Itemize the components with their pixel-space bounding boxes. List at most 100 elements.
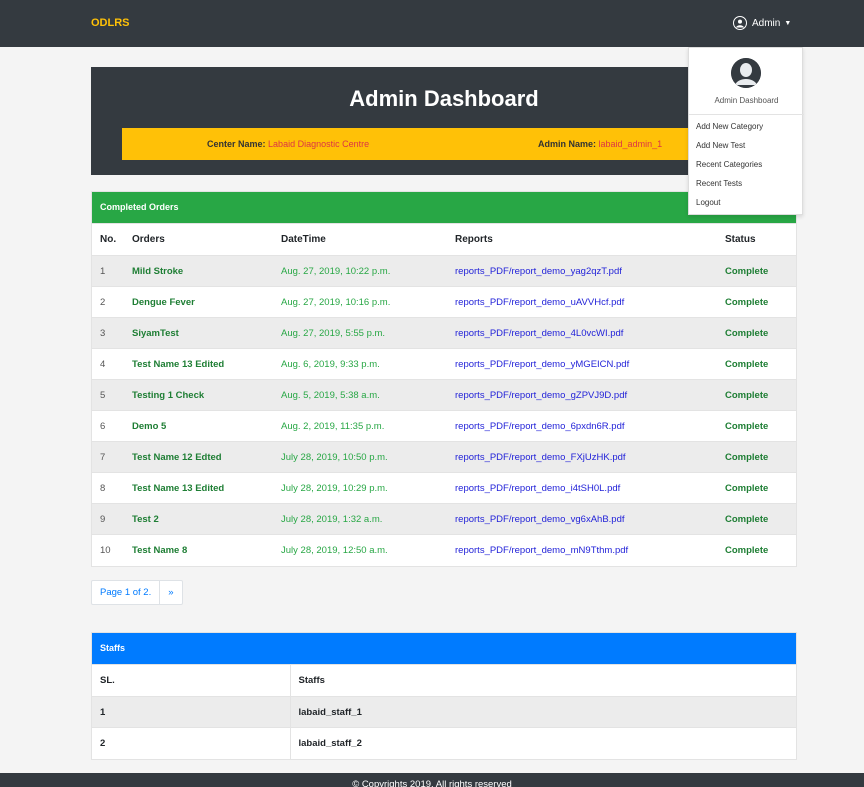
cell-report-link[interactable]: reports_PDF/report_demo_gZPVJ9D.pdf bbox=[455, 390, 627, 401]
pagination: Page 1 of 2. » bbox=[91, 580, 183, 605]
cell-report-link-cell: reports_PDF/report_demo_yMGEICN.pdf bbox=[447, 348, 717, 380]
brand-logo[interactable]: ODLRS bbox=[91, 17, 130, 29]
cell-report-link-cell: reports_PDF/report_demo_FXjUzHK.pdf bbox=[447, 441, 717, 473]
table-row: 10 Test Name 8 July 28, 2019, 12:50 a.m. re… bbox=[92, 534, 796, 566]
table-row: 4 Test Name 13 Edited Aug. 6, 2019, 9:33 p… bbox=[92, 348, 796, 380]
page-indicator[interactable]: Page 1 of 2. bbox=[92, 581, 159, 604]
cell-datetime: Aug. 5, 2019, 5:38 a.m. bbox=[281, 389, 380, 401]
cell-report-link-cell: reports_PDF/report_demo_vg6xAhB.pdf bbox=[447, 503, 717, 535]
cell-no-cell: 2 bbox=[92, 286, 124, 318]
cell-report-link-cell: reports_PDF/report_demo_mN9Tthm.pdf bbox=[447, 534, 717, 566]
table-header-row: SL. Staffs bbox=[92, 664, 796, 697]
cell-status: Complete bbox=[725, 327, 769, 339]
navbar: ODLRS Admin ▼ bbox=[0, 0, 864, 47]
column-header-datetime: DateTime bbox=[273, 223, 447, 256]
column-header-no: No. bbox=[92, 223, 124, 256]
cell-no-cell: 9 bbox=[92, 503, 124, 535]
table-row: 6 Demo 5 Aug. 2, 2019, 11:35 p.m. reports_P… bbox=[92, 410, 796, 442]
cell-status: Complete bbox=[725, 451, 769, 463]
caret-down-icon: ▼ bbox=[784, 19, 792, 27]
user-menu-toggle[interactable]: Admin ▼ bbox=[733, 13, 791, 33]
cell-status-cell: Complete bbox=[717, 534, 796, 566]
menu-item-recent-tests[interactable]: Recent Tests bbox=[696, 179, 742, 188]
cell-datetime-cell: Aug. 27, 2019, 10:16 p.m. bbox=[273, 286, 447, 318]
cell-order-cell: Testing 1 Check bbox=[124, 379, 273, 411]
cell-no-cell: 3 bbox=[92, 317, 124, 349]
cell-report-link[interactable]: reports_PDF/report_demo_yMGEICN.pdf bbox=[455, 359, 629, 370]
cell-report-link[interactable]: reports_PDF/report_demo_FXjUzHK.pdf bbox=[455, 452, 626, 463]
cell-status: Complete bbox=[725, 265, 769, 277]
cell-datetime-cell: July 28, 2019, 1:32 a.m. bbox=[273, 503, 447, 535]
cell-report-link[interactable]: reports_PDF/report_demo_4L0vcWI.pdf bbox=[455, 328, 623, 339]
table-row: 1 labaid_staff_1 bbox=[92, 696, 796, 728]
menu-item-recent-categories[interactable]: Recent Categories bbox=[696, 160, 762, 169]
cell-report-link[interactable]: reports_PDF/report_demo_mN9Tthm.pdf bbox=[455, 545, 628, 556]
center-name: Center Name: Labaid Diagnostic Centre bbox=[207, 139, 369, 149]
footer-copyright: © Copyrights 2019. All rights reserved bbox=[352, 779, 512, 787]
cell-datetime-cell: July 28, 2019, 10:50 p.m. bbox=[273, 441, 447, 473]
cell-report-link[interactable]: reports_PDF/report_demo_uAVVHcf.pdf bbox=[455, 297, 624, 308]
column-header-orders: Orders bbox=[124, 223, 273, 256]
admin-name-value: labaid_admin_1 bbox=[598, 139, 663, 149]
user-avatar-icon bbox=[733, 16, 747, 30]
cell-status-cell: Complete bbox=[717, 472, 796, 504]
table-row: 8 Test Name 13 Edited July 28, 2019, 10:29… bbox=[92, 472, 796, 504]
cell-report-link-cell: reports_PDF/report_demo_yag2qzT.pdf bbox=[447, 255, 717, 287]
table-header-row: No. Orders DateTime Reports Status bbox=[92, 223, 796, 256]
admin-name-label: Admin Name: bbox=[538, 139, 597, 149]
cell-staff-name: labaid_staff_2 bbox=[289, 727, 796, 759]
cell-report-link[interactable]: reports_PDF/report_demo_6pxdn6R.pdf bbox=[455, 421, 625, 432]
cell-order: Test Name 12 Edted bbox=[132, 451, 222, 463]
cell-datetime-cell: Aug. 6, 2019, 9:33 p.m. bbox=[273, 348, 447, 380]
cell-datetime-cell: Aug. 2, 2019, 11:35 p.m. bbox=[273, 410, 447, 442]
cell-status-cell: Complete bbox=[717, 348, 796, 380]
footer: © Copyrights 2019. All rights reserved bbox=[0, 773, 864, 787]
dropdown-divider bbox=[689, 114, 804, 115]
menu-item-logout[interactable]: Logout bbox=[696, 198, 720, 207]
menu-item-add-new-test[interactable]: Add New Test bbox=[696, 141, 745, 150]
cell-report-link[interactable]: reports_PDF/report_demo_i4tSH0L.pdf bbox=[455, 483, 620, 494]
cell-datetime: July 28, 2019, 12:50 a.m. bbox=[281, 544, 388, 556]
cell-status: Complete bbox=[725, 420, 769, 432]
cell-report-link[interactable]: reports_PDF/report_demo_yag2qzT.pdf bbox=[455, 266, 622, 277]
cell-no: 2 bbox=[100, 296, 106, 308]
cell-order-cell: Test 2 bbox=[124, 503, 273, 535]
cell-status-cell: Complete bbox=[717, 255, 796, 287]
column-header-staffs: Staffs bbox=[289, 664, 796, 697]
user-menu-label: Admin bbox=[752, 17, 781, 29]
staffs-card: Staffs SL. Staffs 1 labaid_staff_1 2 labaid… bbox=[91, 632, 797, 760]
cell-report-link[interactable]: reports_PDF/report_demo_vg6xAhB.pdf bbox=[455, 514, 625, 525]
cell-order-cell: Test Name 13 Edited bbox=[124, 472, 273, 504]
orders-table: No. Orders DateTime Reports Status 1 Mild… bbox=[92, 223, 796, 566]
cell-datetime: Aug. 27, 2019, 10:22 p.m. bbox=[281, 265, 391, 277]
menu-item-add-new-category[interactable]: Add New Category bbox=[696, 122, 763, 131]
cell-status-cell: Complete bbox=[717, 410, 796, 442]
next-page-button[interactable]: » bbox=[159, 581, 181, 604]
table-row: 5 Testing 1 Check Aug. 5, 2019, 5:38 a.m. r… bbox=[92, 379, 796, 411]
cell-order-cell: Mild Stroke bbox=[124, 255, 273, 287]
column-header-reports: Reports bbox=[447, 223, 717, 256]
cell-report-link-cell: reports_PDF/report_demo_gZPVJ9D.pdf bbox=[447, 379, 717, 411]
info-bar: Center Name: Labaid Diagnostic Centre Ad… bbox=[122, 128, 767, 160]
cell-no-cell: 10 bbox=[92, 534, 124, 566]
avatar bbox=[731, 58, 761, 88]
cell-no-cell: 4 bbox=[92, 348, 124, 380]
column-header-sl: SL. bbox=[92, 664, 290, 697]
cell-status: Complete bbox=[725, 513, 769, 525]
cell-datetime-cell: Aug. 5, 2019, 5:38 a.m. bbox=[273, 379, 447, 411]
center-name-value: Labaid Diagnostic Centre bbox=[268, 139, 370, 149]
cell-order-cell: SiyamTest bbox=[124, 317, 273, 349]
cell-status-cell: Complete bbox=[717, 286, 796, 318]
cell-datetime: July 28, 2019, 1:32 a.m. bbox=[281, 513, 383, 525]
cell-report-link-cell: reports_PDF/report_demo_uAVVHcf.pdf bbox=[447, 286, 717, 318]
cell-status: Complete bbox=[725, 544, 769, 556]
cell-order-cell: Test Name 13 Edited bbox=[124, 348, 273, 380]
cell-sl: 1 bbox=[92, 696, 290, 728]
cell-datetime: Aug. 2, 2019, 11:35 p.m. bbox=[281, 420, 385, 432]
cell-no: 7 bbox=[100, 451, 106, 463]
dropdown-title[interactable]: Admin Dashboard bbox=[689, 96, 804, 105]
center-name-label: Center Name: bbox=[207, 139, 266, 149]
cell-order: Testing 1 Check bbox=[132, 389, 205, 401]
cell-order: Test Name 13 Edited bbox=[132, 358, 225, 370]
column-header-status: Status bbox=[717, 223, 796, 256]
